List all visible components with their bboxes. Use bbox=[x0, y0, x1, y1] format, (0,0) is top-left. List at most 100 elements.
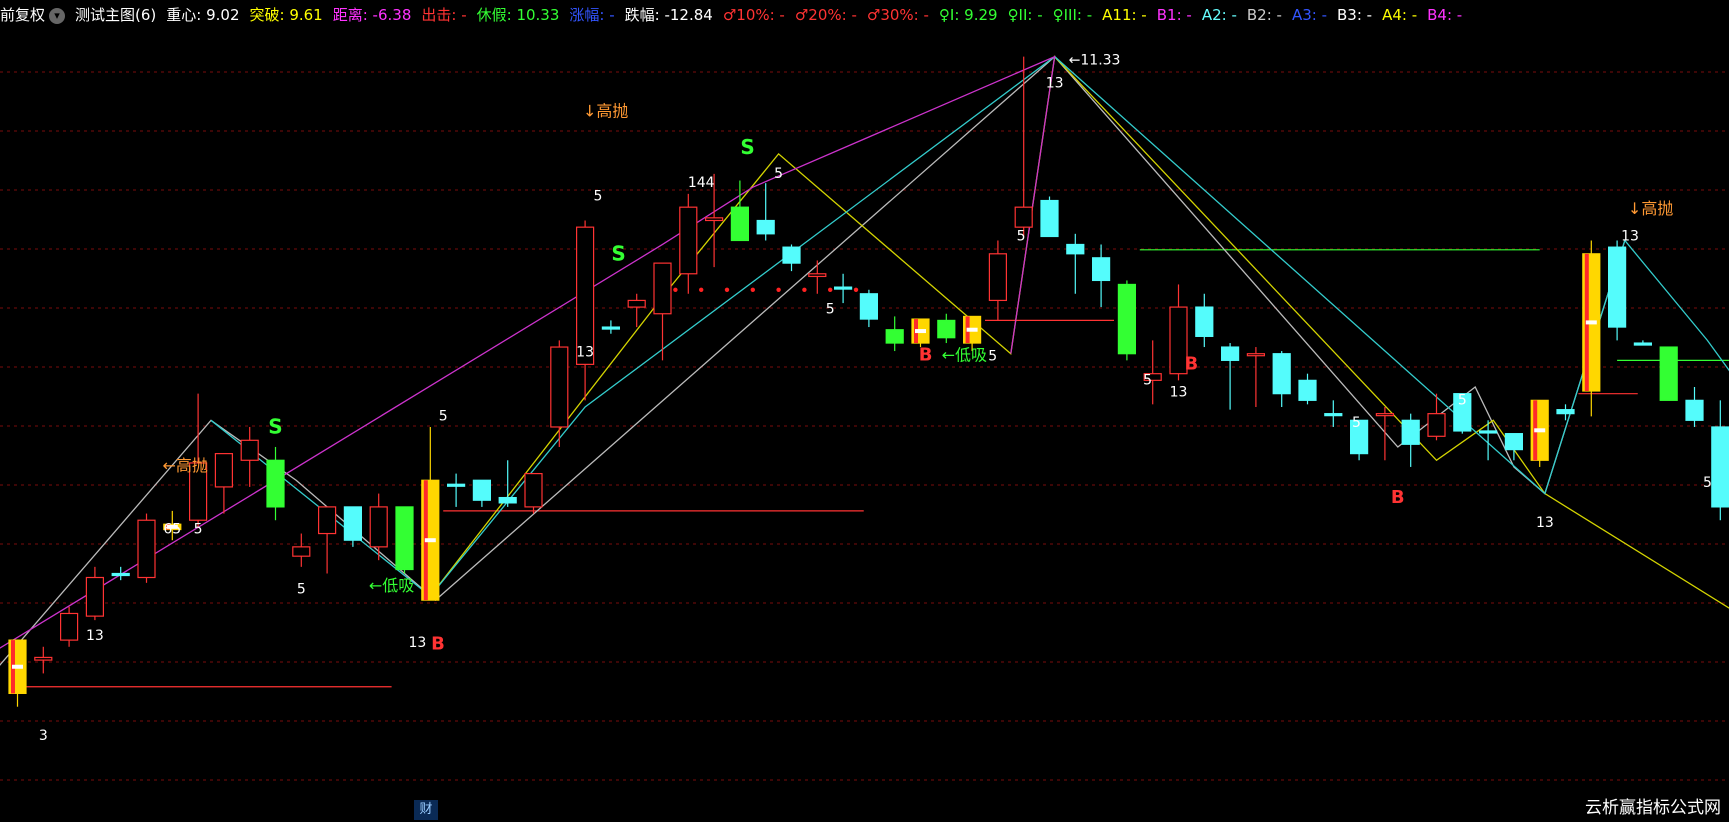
candle-body bbox=[1401, 419, 1420, 445]
signal-dot bbox=[750, 287, 755, 292]
candle-body bbox=[447, 483, 466, 487]
chart-label: B bbox=[431, 633, 445, 654]
candle-body bbox=[550, 346, 569, 428]
chart-label: 5 bbox=[1458, 392, 1467, 408]
candle-body bbox=[292, 546, 311, 557]
signal-dot bbox=[828, 287, 833, 292]
chart-label: 65 bbox=[163, 522, 181, 538]
chart-label: S bbox=[740, 135, 754, 159]
candle-body bbox=[1272, 353, 1291, 395]
candle-mark bbox=[424, 538, 436, 543]
zigzag-magenta bbox=[0, 55, 1056, 649]
candle-body bbox=[833, 286, 853, 290]
candle-body bbox=[1504, 433, 1524, 451]
candle-body bbox=[1040, 199, 1059, 238]
signal-dot bbox=[724, 287, 730, 292]
chart-label: S bbox=[611, 241, 625, 265]
candle-body bbox=[266, 459, 285, 508]
chart-label: B bbox=[1185, 354, 1199, 375]
chart-label: 5 bbox=[297, 581, 306, 597]
signal-dot bbox=[776, 287, 781, 292]
chart-label: ←低吸 bbox=[369, 576, 414, 595]
candle-body bbox=[395, 506, 414, 571]
candle-body bbox=[1659, 346, 1678, 401]
candle-body bbox=[524, 472, 543, 508]
candle-body bbox=[1091, 257, 1111, 282]
chart-label: 13 bbox=[408, 635, 426, 651]
candle-body bbox=[782, 246, 801, 264]
finance-badge[interactable]: 财 bbox=[414, 800, 438, 820]
candle-body bbox=[756, 219, 775, 235]
candle-body bbox=[679, 206, 698, 275]
candle-body bbox=[498, 496, 517, 504]
chart-label: B bbox=[919, 344, 933, 365]
chart-label: ↓高抛 bbox=[1628, 199, 1673, 218]
candle-body bbox=[1478, 430, 1498, 434]
candle-mark bbox=[12, 664, 23, 669]
candle-body bbox=[1066, 243, 1085, 255]
candle-body bbox=[240, 439, 259, 461]
candle-body bbox=[85, 576, 105, 617]
candle-body bbox=[653, 262, 672, 315]
candle-body bbox=[1375, 413, 1395, 417]
chart-label: 5 bbox=[988, 348, 997, 364]
chart-label: 13 bbox=[1046, 75, 1064, 91]
candle-body bbox=[601, 326, 621, 330]
candle-body bbox=[1607, 246, 1627, 328]
candle-body bbox=[59, 612, 79, 641]
chart-label: S bbox=[268, 415, 282, 439]
chart-label: 13 bbox=[1621, 228, 1639, 244]
candle-body bbox=[988, 253, 1008, 302]
candle-body bbox=[1117, 283, 1137, 355]
candle-body bbox=[859, 293, 879, 320]
candle-mark bbox=[915, 329, 926, 334]
watermark: 云析赢指标公式网 bbox=[1585, 798, 1721, 818]
candle-body bbox=[1324, 413, 1343, 417]
chart-label: 3 bbox=[39, 728, 48, 744]
chart-label: 5 bbox=[1017, 228, 1026, 244]
chart-label: 5 bbox=[194, 522, 203, 538]
candle-body bbox=[1246, 353, 1266, 357]
candle-body bbox=[1014, 206, 1033, 228]
candlestick-chart[interactable]: ←11.3331365 5←高抛S5 ←低吸13 B5135↓高抛S144S55B ←低… bbox=[0, 0, 1729, 822]
chart-label: ←高抛 bbox=[162, 456, 207, 475]
candle-body bbox=[885, 329, 904, 344]
candle-body bbox=[627, 299, 646, 308]
signal-dot bbox=[699, 287, 704, 292]
chart-label: ↓高抛 bbox=[583, 102, 628, 121]
signal-dot bbox=[802, 287, 807, 292]
chart-label: B bbox=[1391, 487, 1405, 508]
candle-body bbox=[1427, 413, 1446, 437]
candle-body bbox=[1711, 426, 1729, 508]
candle-body bbox=[111, 572, 130, 577]
chart-label: 5 bbox=[1352, 415, 1361, 431]
chart-label: 5 bbox=[774, 166, 783, 182]
candle-body bbox=[34, 656, 53, 661]
candle-body bbox=[369, 506, 388, 548]
candle-body bbox=[472, 479, 491, 501]
chart-label: 13 bbox=[576, 344, 594, 360]
chart-label: ←低吸 bbox=[942, 345, 987, 364]
signal-dot bbox=[853, 287, 859, 292]
chart-label: 5 bbox=[1703, 475, 1712, 491]
candle-body bbox=[1220, 346, 1240, 361]
peak-price-label: ←11.33 bbox=[1069, 53, 1121, 69]
zigzag-white bbox=[0, 55, 1626, 666]
chart-label: 144 bbox=[688, 175, 715, 191]
chart-label: 5 bbox=[439, 408, 448, 424]
chart-label: 13 bbox=[86, 628, 104, 644]
chart-label: 5 bbox=[1143, 372, 1152, 388]
candle-mark bbox=[1585, 320, 1597, 325]
candle-mark bbox=[966, 327, 978, 332]
candle-body bbox=[1633, 342, 1653, 346]
candle-body bbox=[137, 519, 156, 579]
signal-dot bbox=[673, 287, 678, 292]
candle-body bbox=[730, 206, 750, 242]
candle-body bbox=[937, 319, 956, 339]
candle-body bbox=[1195, 306, 1214, 337]
candle-body bbox=[343, 506, 362, 541]
zigzag-yellow bbox=[429, 55, 1729, 609]
candle-body bbox=[214, 453, 233, 488]
candle-mark bbox=[1534, 428, 1546, 433]
chart-label: 5 bbox=[826, 302, 835, 318]
